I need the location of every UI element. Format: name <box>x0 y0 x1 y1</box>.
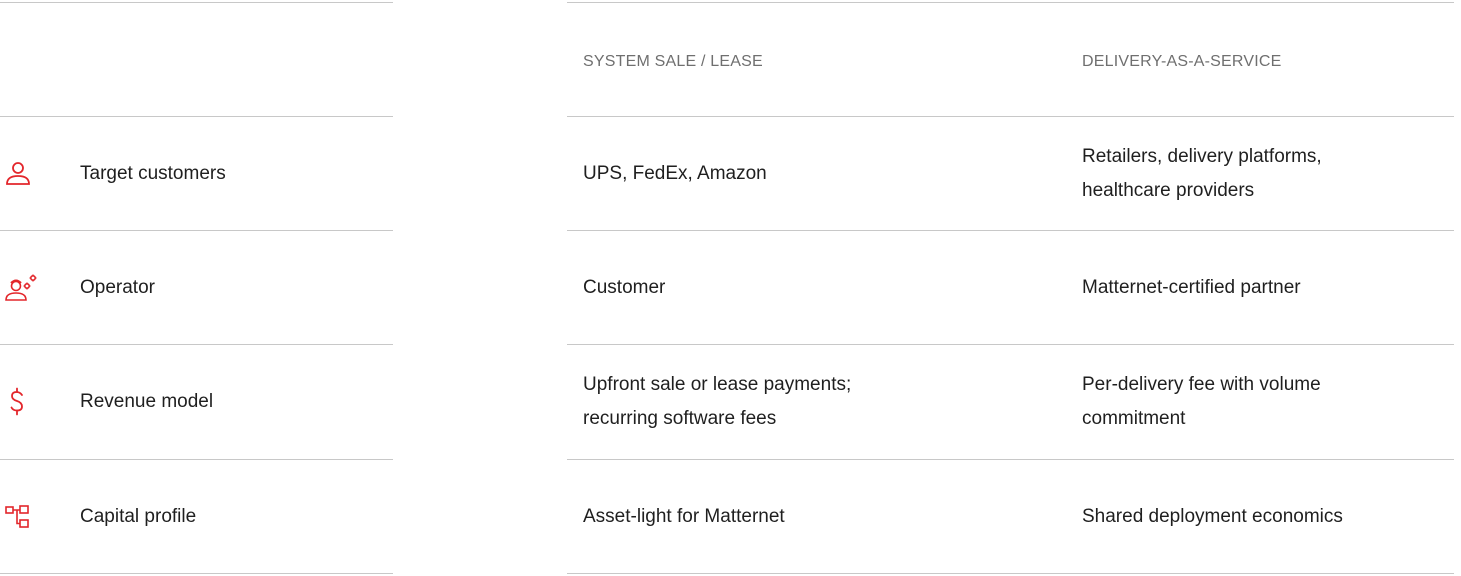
cell-text-line: commitment <box>1082 408 1186 429</box>
row-label-operator: Operator <box>0 231 393 344</box>
cell-revenue-model-sale: Upfront sale or lease payments; recurrin… <box>583 345 1023 459</box>
divider-top-right <box>567 2 1454 3</box>
cell-capital-profile-daas: Shared deployment economics <box>1082 460 1454 573</box>
cell-target-customers-sale: UPS, FedEx, Amazon <box>583 117 1023 230</box>
divider-bottom-left <box>0 573 393 574</box>
cell-text-line: Retailers, delivery platforms, <box>1082 145 1322 167</box>
person-icon <box>4 159 38 189</box>
cell-text: Asset-light for Matternet <box>583 505 785 527</box>
row-label-capital-profile: Capital profile <box>0 460 393 573</box>
cell-text-line: healthcare providers <box>1082 179 1255 201</box>
hierarchy-icon <box>4 502 38 532</box>
cell-text: UPS, FedEx, Amazon <box>583 162 767 184</box>
cell-text-line: Per-delivery fee with volume <box>1082 374 1321 395</box>
divider-top-left <box>0 2 393 3</box>
operator-gears-icon <box>4 273 38 303</box>
cell-capital-profile-sale: Asset-light for Matternet <box>583 460 1023 573</box>
cell-text-line: recurring software fees <box>583 408 777 429</box>
column-header-system-sale: SYSTEM SALE / LEASE <box>583 53 763 70</box>
cell-operator-daas: Matternet-certified partner <box>1082 231 1454 344</box>
row-title: Capital profile <box>80 505 197 527</box>
cell-operator-sale: Customer <box>583 231 1023 344</box>
divider-bottom-right <box>567 573 1454 574</box>
column-header-delivery-as-a-service: DELIVERY-AS-A-SERVICE <box>1082 53 1282 70</box>
dollar-icon <box>4 387 38 417</box>
row-title: Target customers <box>80 162 226 184</box>
row-label-target-customers: Target customers <box>0 117 393 230</box>
cell-text-line: Upfront sale or lease payments; <box>583 374 852 395</box>
row-title: Operator <box>80 276 155 298</box>
row-title: Revenue model <box>80 391 214 412</box>
cell-text: Matternet-certified partner <box>1082 276 1301 298</box>
row-label-revenue-model: Revenue model <box>0 345 393 459</box>
cell-target-customers-daas: Retailers, delivery platforms, healthcar… <box>1082 117 1454 230</box>
cell-text: Shared deployment economics <box>1082 505 1343 527</box>
cell-revenue-model-daas: Per-delivery fee with volume commitment <box>1082 345 1454 459</box>
cell-text: Customer <box>583 276 666 298</box>
